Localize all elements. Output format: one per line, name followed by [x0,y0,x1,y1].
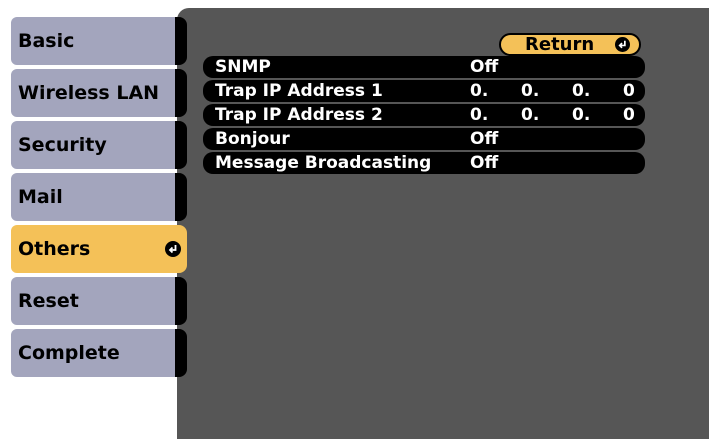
tab-edge [175,121,187,169]
tab-security[interactable]: Security [11,121,187,169]
setting-row-trap-ip-1[interactable]: Trap IP Address 1 0. 0. 0. 0 [203,80,645,102]
setting-row-message-broadcasting[interactable]: Message Broadcasting Off [203,152,645,174]
tab-label: Wireless LAN [18,82,160,104]
tab-label: Basic [18,30,75,52]
setting-value: Off [470,153,499,173]
setting-row-snmp[interactable]: SNMP Off [203,56,645,78]
setting-value: Off [470,129,499,149]
setting-label: Message Broadcasting [215,153,432,173]
tab-reset[interactable]: Reset [11,277,187,325]
setting-label: Bonjour [215,129,290,149]
tab-label: Others [18,238,91,260]
return-button-label: Return [525,34,595,55]
ip-octet: 0. [470,81,489,101]
ip-octet: 0. [521,105,540,125]
ip-octet: 0. [572,81,591,101]
tab-edge [175,17,187,65]
tab-mail[interactable]: Mail [11,173,187,221]
ip-octet: 0 [623,81,635,101]
enter-icon [165,241,181,257]
tab-edge [175,277,187,325]
ip-octet: 0. [470,105,489,125]
tab-edge [175,173,187,221]
tab-wireless-lan[interactable]: Wireless LAN [11,69,187,117]
ip-octet: 0. [572,105,591,125]
setting-label: Trap IP Address 1 [215,81,383,101]
setting-row-trap-ip-2[interactable]: Trap IP Address 2 0. 0. 0. 0 [203,104,645,126]
setting-value: Off [470,57,499,77]
tab-edge [175,329,187,377]
enter-icon [615,37,630,52]
tab-edge [175,69,187,117]
setting-row-bonjour[interactable]: Bonjour Off [203,128,645,150]
tab-menu: Basic Wireless LAN Security Mail Others … [11,17,191,377]
tab-label: Complete [18,342,120,364]
tab-basic[interactable]: Basic [11,17,187,65]
setting-label: Trap IP Address 2 [215,105,383,125]
ip-octet: 0 [623,105,635,125]
tab-label: Reset [18,290,79,312]
settings-list: SNMP Off Trap IP Address 1 0. 0. 0. 0 Tr… [203,56,645,176]
tab-label: Security [18,134,107,156]
tab-others[interactable]: Others [11,225,187,273]
ip-octet: 0. [521,81,540,101]
tab-complete[interactable]: Complete [11,329,187,377]
tab-label: Mail [18,186,63,208]
return-button[interactable]: Return [499,33,641,56]
setting-label: SNMP [215,57,271,77]
